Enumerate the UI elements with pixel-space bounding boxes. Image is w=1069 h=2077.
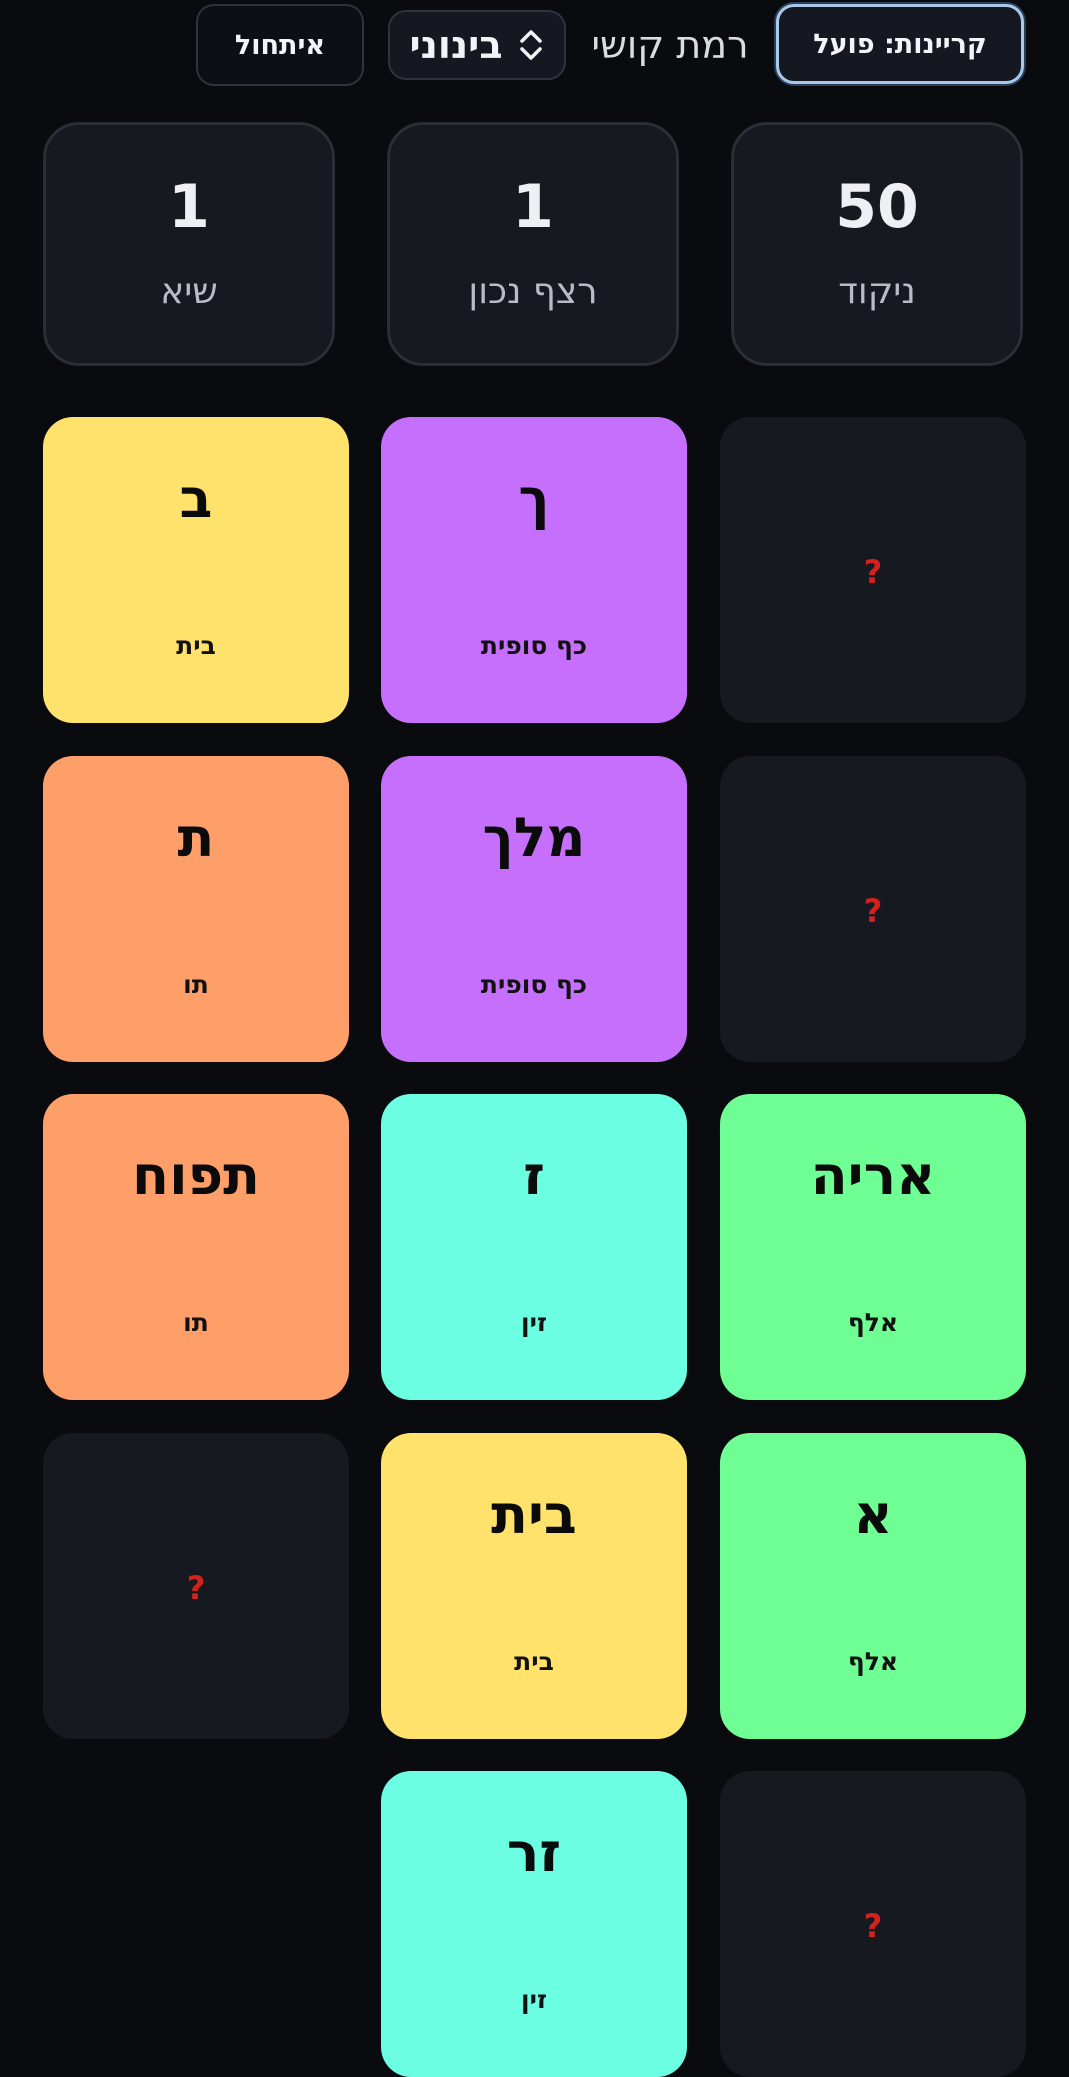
card-letter-name: כף סופית (480, 970, 588, 999)
memory-card[interactable]: א אלף (720, 1433, 1026, 1739)
memory-card-hidden[interactable]: ? (43, 1433, 349, 1739)
difficulty-label: רמת קושי (591, 23, 749, 67)
memory-card[interactable]: ז זין (381, 1094, 687, 1400)
card-glyph: ז (523, 1144, 545, 1207)
score-panel: 50 ניקוד (731, 122, 1023, 366)
memory-card-hidden[interactable]: ? (720, 756, 1026, 1062)
chevron-up-down-icon (517, 27, 545, 63)
card-letter-name: זין (521, 1308, 547, 1337)
record-panel: 1 שיא (43, 122, 335, 366)
card-letter-name: תו (183, 970, 209, 999)
memory-card[interactable]: אריה אלף (720, 1094, 1026, 1400)
difficulty-value: בינוני (409, 23, 503, 67)
card-letter-name: אלף (847, 1647, 899, 1676)
difficulty-select[interactable]: בינוני (388, 10, 566, 80)
reset-button[interactable]: איתחול (196, 4, 364, 86)
card-glyph: תפוח (131, 1144, 261, 1207)
question-mark-icon: ? (863, 553, 883, 591)
memory-card-hidden[interactable]: ? (720, 1771, 1026, 2077)
card-letter-name: בית (176, 631, 216, 660)
card-letter-name: אלף (847, 1308, 899, 1337)
top-bar: קריינות: פועל רמת קושי בינוני איתחול (0, 0, 1069, 100)
memory-card[interactable]: זר זין (381, 1771, 687, 2077)
question-mark-icon: ? (863, 892, 883, 930)
narration-toggle-button[interactable]: קריינות: פועל (776, 4, 1024, 84)
memory-card[interactable]: בית בית (381, 1433, 687, 1739)
streak-value: 1 (512, 172, 554, 242)
card-letter-name: כף סופית (480, 631, 588, 660)
memory-card[interactable]: תפוח תו (43, 1094, 349, 1400)
streak-panel: 1 רצף נכון (387, 122, 679, 366)
card-glyph: אריה (810, 1144, 936, 1207)
card-glyph: ך (518, 467, 550, 530)
memory-card[interactable]: ך כף סופית (381, 417, 687, 723)
memory-card[interactable]: ת תו (43, 756, 349, 1062)
card-glyph: מלך (482, 806, 586, 869)
card-glyph: זר (506, 1821, 562, 1884)
memory-card-hidden[interactable]: ? (720, 417, 1026, 723)
streak-label: רצף נכון (468, 271, 598, 312)
card-glyph: ת (177, 806, 215, 869)
question-mark-icon: ? (186, 1569, 206, 1607)
card-glyph: ב (179, 467, 213, 530)
card-letter-name: תו (183, 1308, 209, 1337)
score-value: 50 (835, 172, 919, 242)
record-value: 1 (168, 172, 210, 242)
card-letter-name: זין (521, 1985, 547, 2014)
record-label: שיא (160, 271, 218, 312)
card-letter-name: בית (514, 1647, 554, 1676)
question-mark-icon: ? (863, 1907, 883, 1945)
memory-card[interactable]: ב בית (43, 417, 349, 723)
card-glyph: א (853, 1483, 893, 1546)
memory-card[interactable]: מלך כף סופית (381, 756, 687, 1062)
score-label: ניקוד (838, 271, 916, 312)
card-glyph: בית (491, 1483, 577, 1546)
